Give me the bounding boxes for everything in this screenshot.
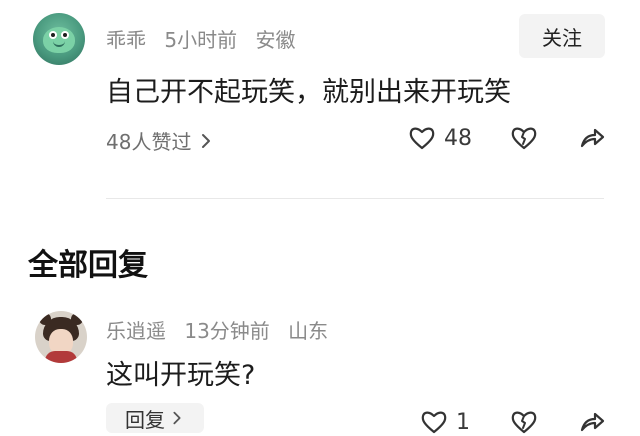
share-icon xyxy=(578,408,606,436)
reply-button-label: 回复 xyxy=(125,407,165,432)
heart-icon xyxy=(420,408,448,436)
reply-avatar[interactable] xyxy=(35,311,87,363)
broken-heart-icon xyxy=(510,408,538,436)
reply-username[interactable]: 乐逍遥 xyxy=(106,319,166,343)
child-body xyxy=(45,351,77,363)
comment-like-action[interactable]: 48 xyxy=(408,124,472,152)
follow-button-label: 关注 xyxy=(542,25,582,50)
frog-eye-left xyxy=(49,31,57,39)
chevron-right-icon xyxy=(197,132,215,150)
likes-summary-link[interactable]: 48人赞过 xyxy=(106,126,215,155)
reply-button[interactable]: 回复 xyxy=(106,403,204,433)
comment-share-button[interactable] xyxy=(578,124,606,152)
comment-text: 自己开不起玩笑，就别出来开玩笑 xyxy=(106,77,511,108)
reply-dislike-button[interactable] xyxy=(510,408,538,436)
comment-meta: 乖乖 5小时前 安徽 xyxy=(106,24,307,53)
frog-eye-right xyxy=(61,31,69,39)
comment-username[interactable]: 乖乖 xyxy=(106,28,146,52)
reply-text: 这叫开玩笑? xyxy=(106,360,256,391)
reply-time: 13分钟前 xyxy=(184,319,270,343)
broken-heart-icon xyxy=(510,124,538,152)
reply-share-button[interactable] xyxy=(578,408,606,436)
comment-time: 5小时前 xyxy=(164,28,238,52)
reply-like-count: 1 xyxy=(456,409,470,435)
reply-like-action[interactable]: 1 xyxy=(420,408,470,436)
heart-icon xyxy=(408,124,436,152)
section-title: 全部回复 xyxy=(28,248,148,283)
share-icon xyxy=(578,124,606,152)
divider xyxy=(106,198,604,199)
comment-dislike-button[interactable] xyxy=(510,124,538,152)
follow-button[interactable]: 关注 xyxy=(519,14,605,58)
reply-location: 山东 xyxy=(288,319,329,343)
comment-like-count: 48 xyxy=(444,125,472,151)
chevron-right-icon xyxy=(169,410,185,426)
avatar-main[interactable] xyxy=(33,13,85,65)
frog-face xyxy=(43,27,75,53)
frog-mouth xyxy=(53,39,65,47)
comment-location: 安徽 xyxy=(255,28,296,52)
reply-meta: 乐逍遥 13分钟前 山东 xyxy=(106,315,340,344)
likes-summary-label: 48人赞过 xyxy=(106,130,192,154)
